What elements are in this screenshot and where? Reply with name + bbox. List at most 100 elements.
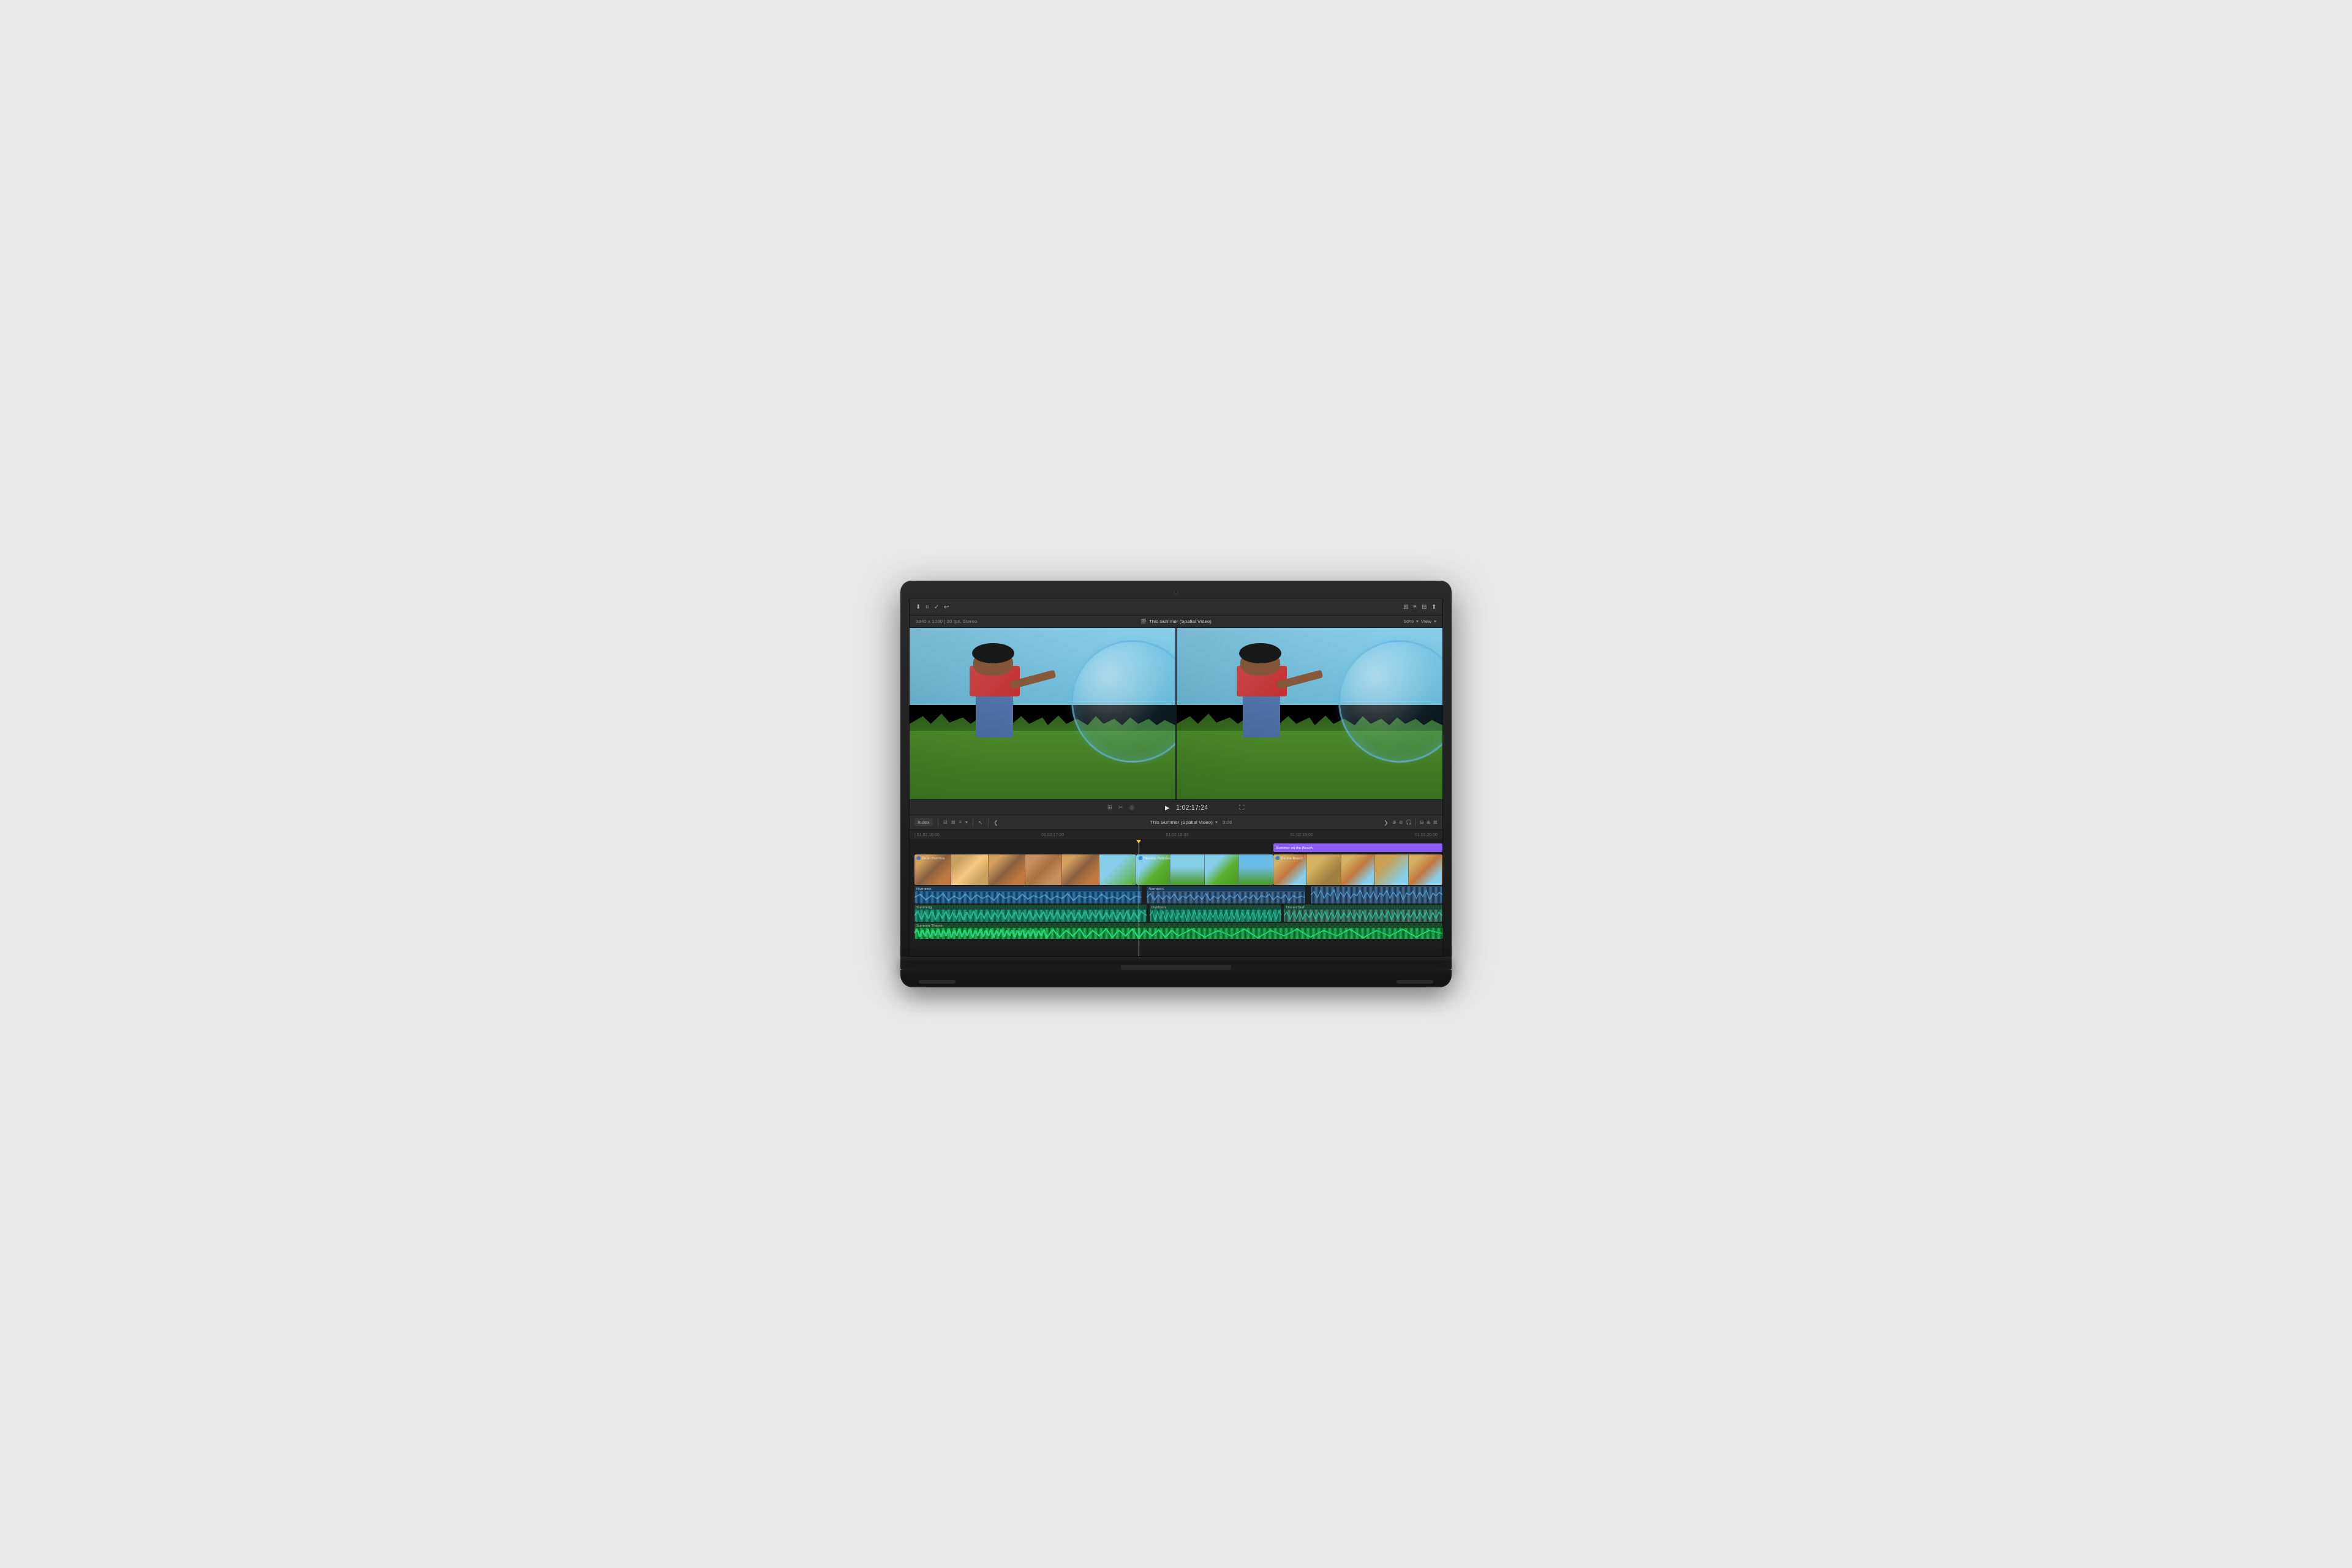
outdoors-clip[interactable]: Outdoors: [1150, 905, 1282, 922]
on-beach-clip[interactable]: 🔵 On the Beach: [1273, 854, 1442, 885]
track-container: Summer on the Beach 🔵 Drum Practice: [910, 840, 1442, 956]
forward-arrow[interactable]: ❯: [1384, 820, 1389, 826]
drum-thumb-3: [989, 854, 1025, 885]
keychain-icon[interactable]: ⌗: [925, 603, 929, 611]
ocean-surf-clip[interactable]: Ocean Surf: [1284, 905, 1442, 922]
beach-thumb-3: [1341, 854, 1375, 885]
share-icon[interactable]: ⬆: [1431, 603, 1436, 610]
drum-practice-clip[interactable]: 🔵 Drum Practice: [914, 854, 1136, 885]
ruler-marks: | 01:02:16:00 01:02:17:00 01:02:18:00 01…: [914, 832, 1438, 837]
tc-2: 01:02:17:00: [1041, 832, 1064, 837]
tc-4: 01:02:19:00: [1291, 832, 1313, 837]
timeline-toolbar: Index ⊟ ⊠ ≡ ▾ ↖ ❮ This Summer (Spatial V…: [910, 815, 1442, 830]
theme-track-label: [910, 923, 914, 939]
back-arrow[interactable]: ❮: [993, 820, 998, 826]
narration-wave-svg-1: [914, 891, 1142, 903]
ocean-surf-label: Ocean Surf: [1284, 905, 1442, 910]
sep-right: [1415, 818, 1416, 827]
preview-area: [910, 628, 1442, 799]
index-button[interactable]: Index: [914, 818, 933, 826]
headphone-icon[interactable]: 🎧: [1406, 820, 1412, 825]
resolution-text: 3840 x 1080 | 30 fps, Stereo: [916, 619, 977, 624]
cursor-icon[interactable]: ↖: [978, 820, 983, 826]
main-toolbar: ⬇ ⌗ ✓ ↩ ⊞ ≡ ⊟ ⬆: [910, 598, 1442, 616]
camera-notch: [1174, 589, 1178, 594]
narration-label-2: Narration: [1147, 886, 1305, 891]
narration-clip-3[interactable]: [1311, 886, 1443, 903]
narration-clip-2[interactable]: Narration: [1147, 886, 1305, 903]
project-title: This Summer (Spatial Video): [1149, 619, 1212, 624]
ocean-surf-waveform: [1284, 910, 1442, 922]
narration-clip-1[interactable]: Narration: [914, 886, 1142, 903]
theme-waveform: [914, 928, 1442, 939]
connect-icon[interactable]: ⊞: [1427, 820, 1431, 825]
blowing-bubbles-clip[interactable]: 🔵 Blowing Bubbles: [1136, 854, 1273, 885]
adjust-icon[interactable]: ⊟: [1422, 603, 1427, 610]
narration-wave-svg-2: [1147, 891, 1305, 903]
bubbles-thumb-2: [1170, 854, 1205, 885]
blowing-bubbles-label: 🔵 Blowing Bubbles: [1138, 856, 1170, 860]
grid-icon[interactable]: ⊞: [1403, 603, 1408, 610]
zoom-out-icon[interactable]: ⊖: [1399, 820, 1403, 825]
timeline-duration: 9:08: [1223, 820, 1232, 825]
import-icon[interactable]: ⬇: [916, 603, 921, 610]
blade-tool[interactable]: ✂: [1118, 804, 1123, 810]
drum-thumbnail-strip: [914, 854, 1136, 885]
transform-tool[interactable]: ◎: [1129, 804, 1134, 810]
project-title-area: 🎬 This Summer (Spatial Video): [1089, 619, 1262, 624]
clip-view-icon[interactable]: ⊟: [943, 820, 948, 825]
timeline-dropdown[interactable]: ▾: [1215, 820, 1218, 825]
view-button[interactable]: View: [1421, 619, 1431, 624]
summer-beach-clip[interactable]: Summer on the Beach: [1273, 843, 1442, 852]
theme-clip[interactable]: Summer Theme: [914, 923, 1442, 939]
narration-track-row: Narration Narration: [910, 886, 1442, 903]
zoom-in-icon[interactable]: ⊕: [1392, 820, 1396, 825]
toolbar-sep-3: [988, 818, 989, 827]
narration-track-label: [910, 886, 914, 903]
list-icon[interactable]: ≡: [1413, 603, 1417, 610]
zoom-dropdown-icon[interactable]: ▾: [1416, 619, 1419, 624]
tc-3: 01:02:18:00: [1166, 832, 1188, 837]
timecode-display: 1:02:17:24: [1176, 804, 1208, 811]
drum-thumb-4: [1025, 854, 1062, 885]
on-beach-label: 🔵 On the Beach: [1275, 856, 1303, 860]
bubbles-thumb-4: [1239, 854, 1273, 885]
clip-view-icon-3[interactable]: ≡: [959, 820, 962, 825]
play-icon[interactable]: ▶: [1165, 804, 1170, 811]
skimming-icon[interactable]: ⊠: [1433, 820, 1438, 825]
video-track-row: 🔵 Drum Practice: [910, 854, 1442, 885]
drum-practice-label: 🔵 Drum Practice: [916, 856, 945, 860]
preview-right: [1177, 628, 1442, 799]
timeline-title-area: This Summer (Spatial Video) ▾ 9:08: [1002, 820, 1380, 825]
timeline-section: Index ⊟ ⊠ ≡ ▾ ↖ ❮ This Summer (Spatial V…: [910, 815, 1442, 956]
toolbar-right: ⊞ ≡ ⊟ ⬆: [1176, 603, 1436, 610]
overlay-left: [910, 628, 1175, 799]
fullscreen-icon[interactable]: ⛶: [1239, 804, 1245, 810]
zoom-level[interactable]: 90%: [1404, 619, 1414, 624]
video-track-clips: 🔵 Drum Practice: [914, 854, 1442, 885]
preview-image-right: [1177, 628, 1442, 799]
redo-icon[interactable]: ↩: [944, 603, 949, 610]
music-track-clips: Summing Outdoors: [914, 905, 1442, 922]
narration-waveform-1: [914, 891, 1142, 903]
ocean-wave-svg: [1284, 910, 1442, 922]
check-icon[interactable]: ✓: [934, 603, 939, 610]
view-dropdown-icon[interactable]: ▾: [1434, 619, 1436, 624]
summing-clip[interactable]: Summing: [914, 905, 1147, 922]
laptop-base: [900, 957, 1452, 970]
outdoors-waveform: [1150, 910, 1282, 922]
metadata-track-clips: Summer on the Beach: [914, 842, 1442, 853]
snap-icon[interactable]: ⊟: [1420, 820, 1424, 825]
bubbles-thumb-3: [1205, 854, 1239, 885]
info-bar: 3840 x 1080 | 30 fps, Stereo 🎬 This Summ…: [910, 616, 1442, 628]
preview-left: [910, 628, 1175, 799]
clip-view-icon-2[interactable]: ⊠: [951, 820, 956, 825]
summing-waveform: [914, 910, 1147, 922]
beach-thumb-4: [1375, 854, 1409, 885]
narration-track-clips: Narration Narration: [914, 886, 1442, 903]
narration-waveform-3: [1311, 886, 1443, 903]
outdoors-label: Outdoors: [1150, 905, 1282, 910]
drum-thumb-6: [1099, 854, 1136, 885]
tools-icon[interactable]: ⊞: [1107, 804, 1112, 810]
dropdown-icon[interactable]: ▾: [965, 820, 968, 825]
